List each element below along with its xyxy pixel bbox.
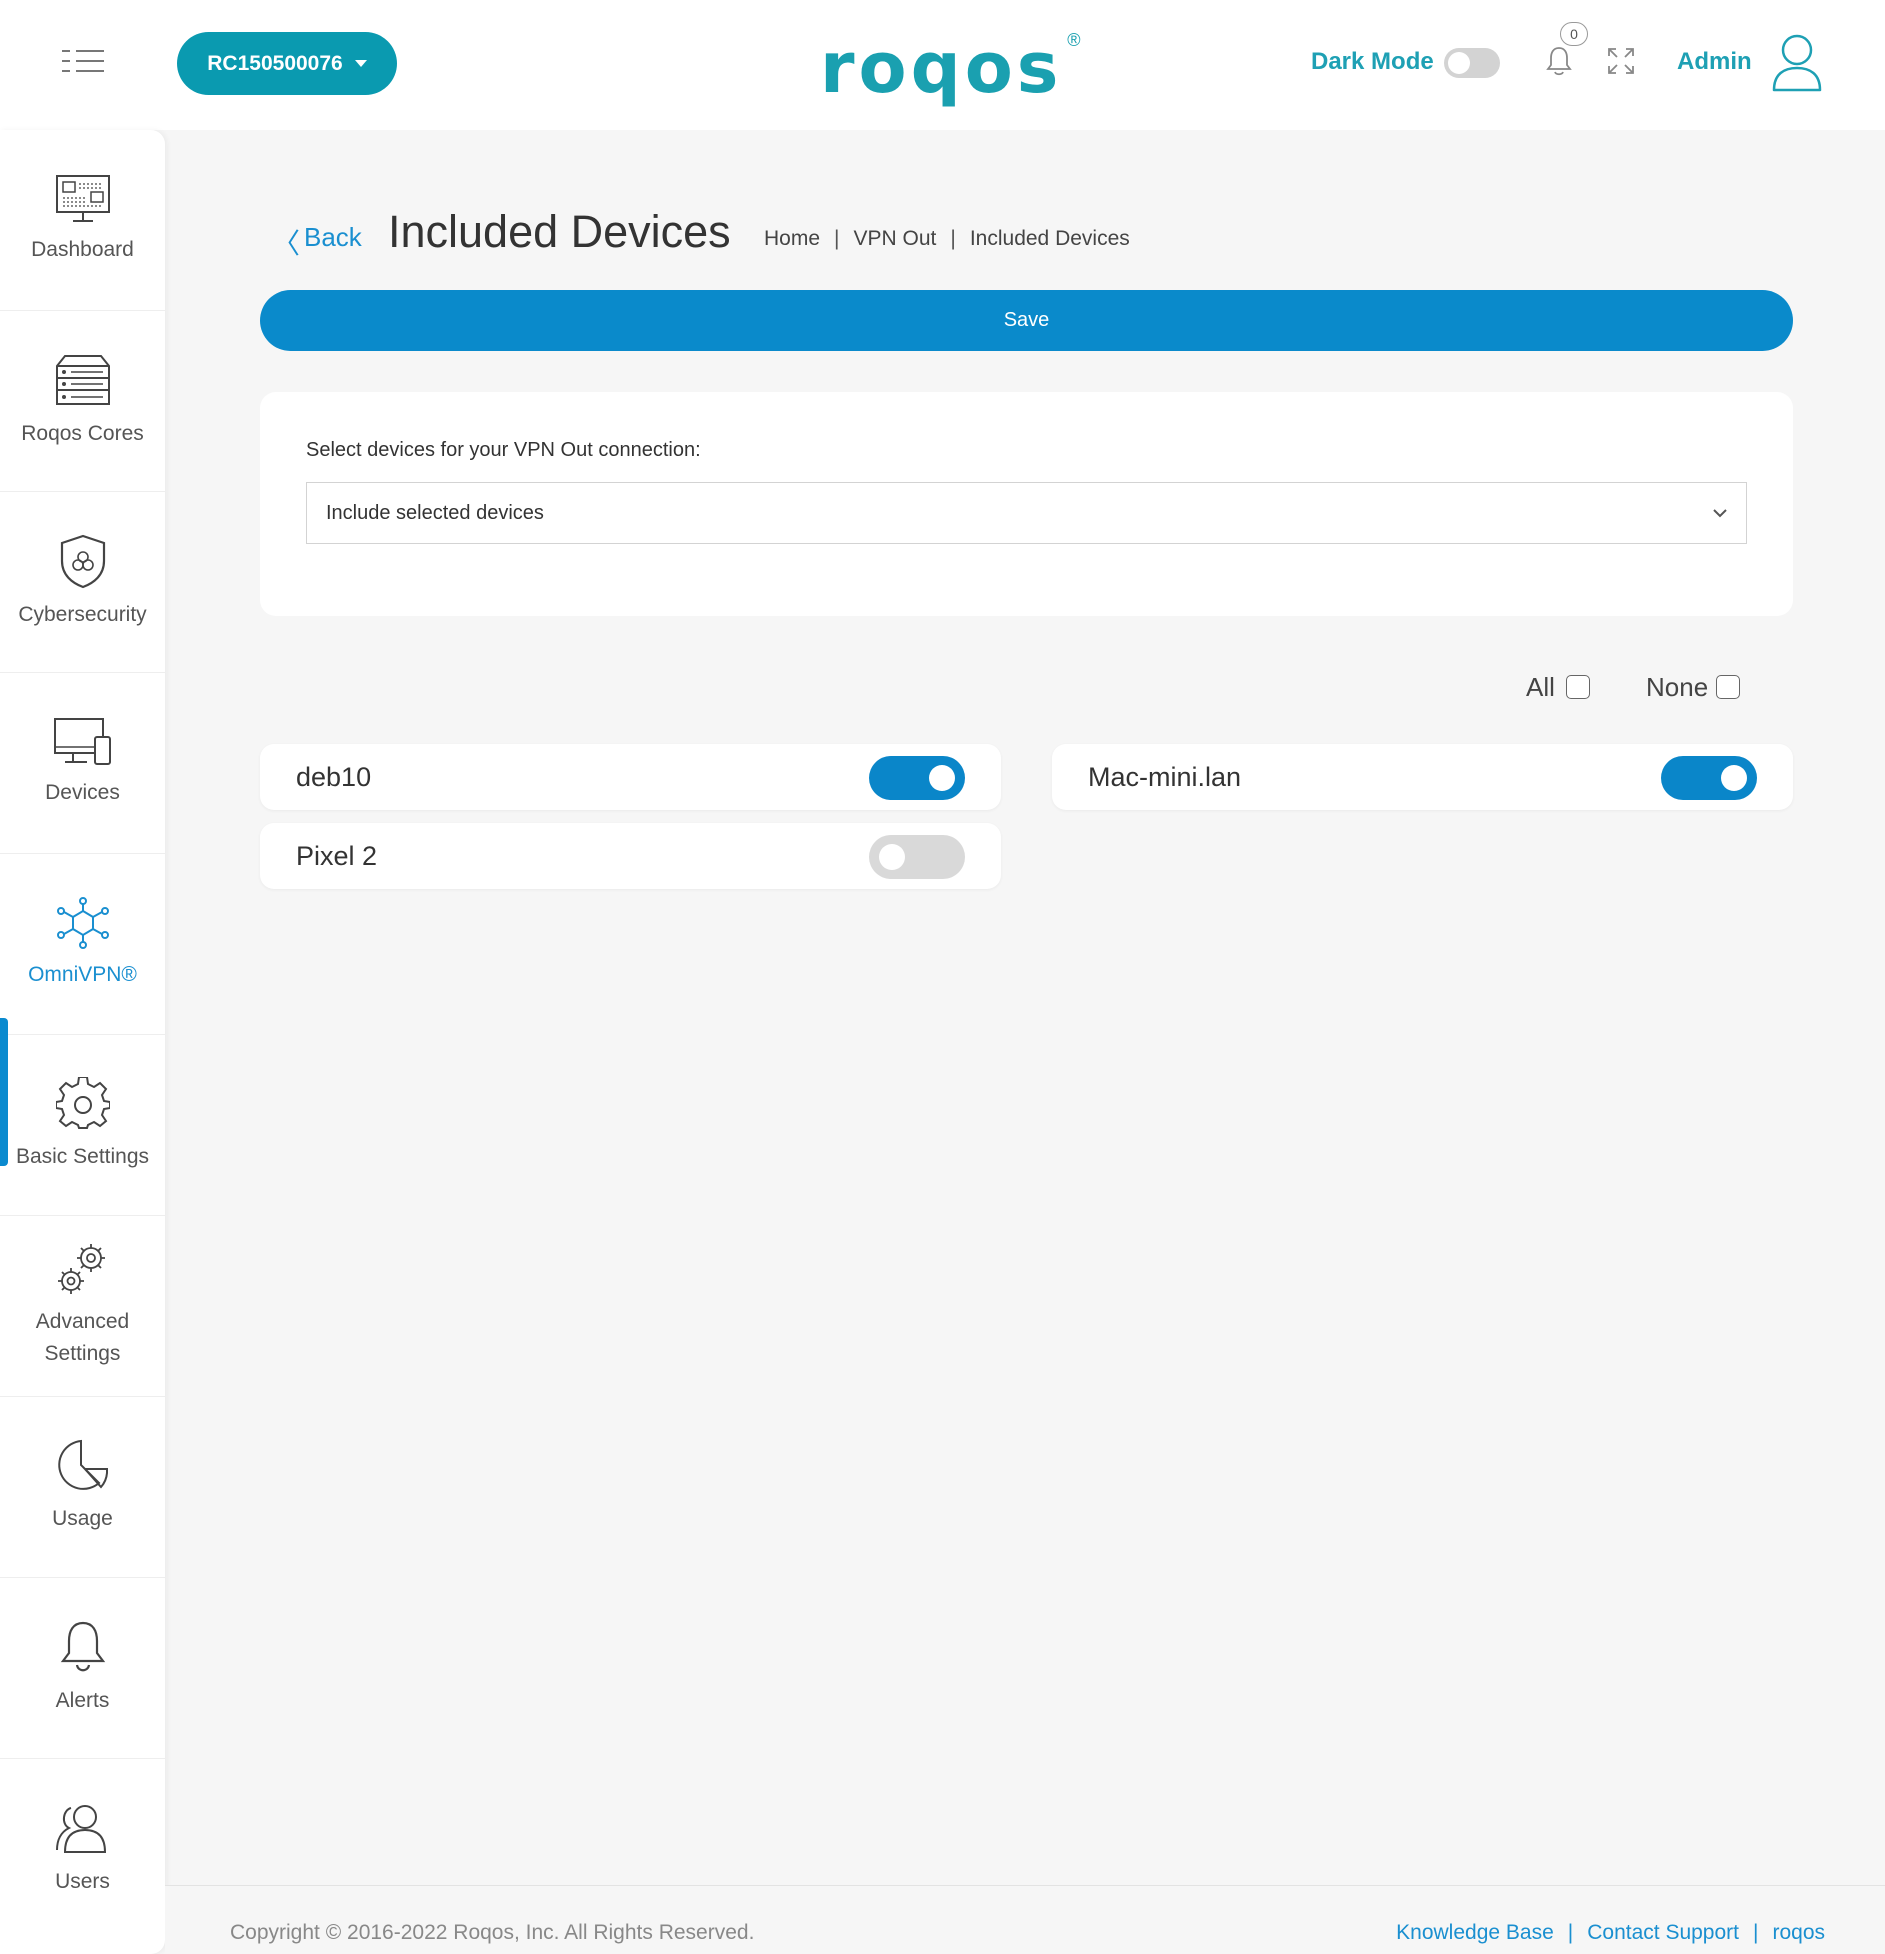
sidebar-item-basic-settings[interactable]: Basic Settings xyxy=(0,1035,165,1216)
breadcrumb: Home | VPN Out | Included Devices xyxy=(764,227,1130,251)
device-toggle[interactable] xyxy=(869,756,965,800)
sidebar-item-omnivpn[interactable]: OmniVPN® xyxy=(0,854,165,1035)
device-row: Mac-mini.lan xyxy=(1052,744,1793,810)
select-value: Include selected devices xyxy=(326,501,544,524)
breadcrumb-home[interactable]: Home xyxy=(764,227,820,251)
device-toggle[interactable] xyxy=(1661,756,1757,800)
shield-icon xyxy=(60,534,105,589)
dashboard-icon xyxy=(55,175,110,222)
sidebar-item-label: Dashboard xyxy=(31,238,134,261)
select-label: Select devices for your VPN Out connecti… xyxy=(306,439,701,461)
device-row: deb10 xyxy=(260,744,1001,810)
roqos-link[interactable]: roqos xyxy=(1772,1921,1825,1945)
caret-down-icon xyxy=(354,60,367,67)
users-icon xyxy=(55,1804,106,1853)
chevron-down-icon xyxy=(1713,509,1727,518)
save-button[interactable]: Save xyxy=(260,290,1793,351)
sidebar-item-devices[interactable]: Devices xyxy=(0,673,165,854)
active-indicator xyxy=(0,1018,8,1166)
sidebar-item-label: Usage xyxy=(52,1507,113,1530)
logo-registered-mark: ® xyxy=(1067,30,1081,50)
sidebar-item-usage[interactable]: Usage xyxy=(0,1397,165,1578)
dark-mode-label: Dark Mode xyxy=(1311,48,1434,75)
sidebar-item-dashboard[interactable]: Dashboard xyxy=(0,130,165,311)
chevron-left-icon[interactable]: 〈 xyxy=(272,222,300,262)
select-none-checkbox[interactable] xyxy=(1716,675,1740,699)
sidebar: Dashboard Roqos Cores Cybersecurity Devi… xyxy=(0,130,165,1954)
device-mode-select[interactable]: Include selected devices xyxy=(306,482,1747,544)
sidebar-item-label: Basic Settings xyxy=(15,1145,150,1168)
menu-icon[interactable] xyxy=(62,50,104,80)
contact-support-link[interactable]: Contact Support xyxy=(1587,1921,1739,1945)
sidebar-item-roqos-cores[interactable]: Roqos Cores xyxy=(0,311,165,492)
device-name: Mac-mini.lan xyxy=(1088,762,1242,792)
user-avatar-icon[interactable] xyxy=(1770,32,1824,94)
gears-icon xyxy=(57,1244,105,1294)
sidebar-item-label: OmniVPN® xyxy=(28,963,137,986)
sidebar-item-users[interactable]: Users xyxy=(0,1759,165,1940)
sidebar-item-alerts[interactable]: Alerts xyxy=(0,1578,165,1759)
logo-text: roqos xyxy=(820,27,1063,109)
breadcrumb-separator: | xyxy=(834,227,840,250)
select-all-label: All xyxy=(1526,672,1555,702)
bell-icon xyxy=(60,1621,105,1672)
knowledge-base-link[interactable]: Knowledge Base xyxy=(1396,1921,1554,1945)
footer: Copyright © 2016-2022 Roqos, Inc. All Ri… xyxy=(165,1885,1885,1954)
gear-icon xyxy=(55,1077,110,1129)
sidebar-item-cybersecurity[interactable]: Cybersecurity xyxy=(0,492,165,673)
footer-separator: | xyxy=(1753,1921,1759,1944)
notifications-bell-icon[interactable] xyxy=(1544,44,1574,78)
devices-icon xyxy=(53,718,111,765)
footer-separator: | xyxy=(1567,1921,1574,1944)
sidebar-item-label: Roqos Cores xyxy=(21,422,144,445)
vpn-out-mode-card: Select devices for your VPN Out connecti… xyxy=(260,392,1793,616)
sidebar-item-label: Users xyxy=(55,1869,110,1893)
copyright-text: Copyright © 2016-2022 Roqos, Inc. All Ri… xyxy=(230,1921,755,1944)
sidebar-item-label: Devices xyxy=(45,781,120,804)
user-name-label[interactable]: Admin xyxy=(1677,48,1752,76)
device-row: Pixel 2 xyxy=(260,823,1001,889)
page-title: Included Devices xyxy=(388,206,731,257)
roqos-logo: roqos ® xyxy=(820,27,1080,109)
server-icon xyxy=(55,355,110,405)
device-name: Pixel 2 xyxy=(296,841,378,871)
select-none-label: None xyxy=(1646,672,1709,702)
device-name: deb10 xyxy=(296,762,372,792)
back-link[interactable]: Back xyxy=(304,222,362,253)
sidebar-item-advanced-settings[interactable]: Advanced Settings xyxy=(0,1216,165,1397)
network-icon xyxy=(56,897,109,949)
top-header: RC150500076 roqos ® Dark Mode 0 Admin xyxy=(0,0,1885,130)
router-select-button[interactable]: RC150500076 xyxy=(177,32,397,95)
sidebar-item-label: Alerts xyxy=(55,1689,110,1712)
pie-chart-icon xyxy=(57,1439,108,1490)
notifications-count-badge: 0 xyxy=(1560,22,1588,46)
select-all-checkbox[interactable] xyxy=(1566,675,1590,699)
fullscreen-icon[interactable] xyxy=(1606,46,1636,76)
footer-links: Knowledge Base | Contact Support | roqos xyxy=(1396,1921,1825,1945)
sidebar-item-label: Cybersecurity xyxy=(18,603,147,626)
device-toggle[interactable] xyxy=(869,835,965,879)
dark-mode-toggle[interactable] xyxy=(1444,48,1500,78)
breadcrumb-vpn-out[interactable]: VPN Out xyxy=(854,227,937,251)
breadcrumb-current: Included Devices xyxy=(969,227,1130,250)
breadcrumb-separator: | xyxy=(950,227,956,250)
router-id-label: RC150500076 xyxy=(207,51,343,75)
sidebar-item-label: Advanced Settings xyxy=(35,1310,130,1365)
